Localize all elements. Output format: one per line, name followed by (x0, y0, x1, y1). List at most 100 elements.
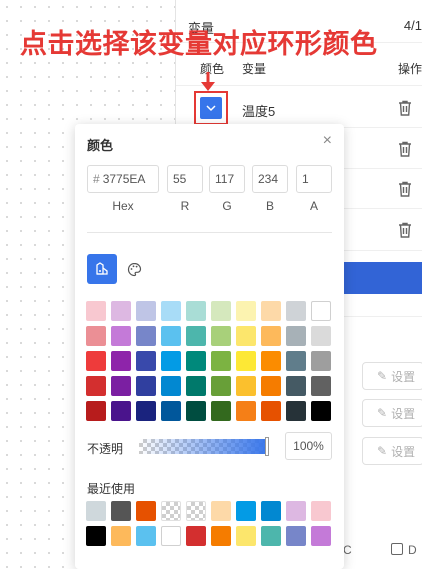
color-swatch[interactable] (86, 401, 106, 421)
pencil-icon: ✎ (377, 444, 388, 458)
recent-color-swatch[interactable] (161, 501, 181, 521)
green-field[interactable]: 117 (209, 165, 245, 193)
hex-value: 3775EA (102, 172, 146, 186)
color-swatch[interactable] (261, 326, 281, 346)
blue-field[interactable]: 234 (252, 165, 288, 193)
color-swatch[interactable] (311, 376, 331, 396)
recent-color-swatch[interactable] (86, 501, 106, 521)
settings-button[interactable]: ✎ 设置 (362, 437, 422, 465)
palette-icon (127, 262, 141, 276)
trash-icon[interactable] (398, 100, 412, 116)
color-swatch[interactable] (136, 301, 156, 321)
opacity-slider-handle[interactable] (265, 437, 269, 456)
recent-color-swatch[interactable] (236, 526, 256, 546)
color-swatch[interactable] (261, 301, 281, 321)
recent-color-swatch[interactable] (111, 501, 131, 521)
recent-color-swatch[interactable] (261, 501, 281, 521)
recent-color-swatch[interactable] (161, 526, 181, 546)
color-swatch[interactable] (186, 401, 206, 421)
alpha-field[interactable]: 1 (296, 165, 332, 193)
color-swatch[interactable] (236, 376, 256, 396)
color-swatch[interactable] (261, 351, 281, 371)
arrow-down-icon (201, 72, 215, 91)
palette-mode-button[interactable] (87, 254, 117, 284)
color-swatch[interactable] (236, 401, 256, 421)
annotation-callout: 点击选择该变量对应环形颜色 (20, 29, 378, 60)
settings-button[interactable]: ✎ 设置 (362, 362, 422, 390)
color-swatch[interactable] (86, 301, 106, 321)
color-swatch[interactable] (311, 301, 331, 321)
color-swatch[interactable] (161, 351, 181, 371)
color-swatch[interactable] (211, 376, 231, 396)
color-swatch[interactable] (286, 401, 306, 421)
hex-field[interactable]: # 3775EA (87, 165, 159, 193)
trash-icon[interactable] (398, 181, 412, 197)
color-swatch[interactable] (236, 351, 256, 371)
close-icon[interactable]: × (323, 132, 332, 150)
recent-color-swatch[interactable] (311, 501, 331, 521)
color-swatch[interactable] (211, 401, 231, 421)
color-swatch[interactable] (111, 351, 131, 371)
trash-icon[interactable] (398, 141, 412, 157)
red-field[interactable]: 55 (167, 165, 203, 193)
recent-color-swatch[interactable] (136, 501, 156, 521)
hex-label: Hex (112, 199, 134, 213)
color-swatch[interactable] (161, 301, 181, 321)
color-swatch[interactable] (236, 301, 256, 321)
color-swatch[interactable] (311, 351, 331, 371)
recent-color-swatch[interactable] (286, 501, 306, 521)
color-swatch[interactable] (111, 376, 131, 396)
color-swatch[interactable] (211, 326, 231, 346)
custom-color-mode-button[interactable] (119, 254, 149, 284)
recent-color-swatch[interactable] (186, 526, 206, 546)
picker-title: 颜色 (87, 138, 114, 153)
color-swatch[interactable] (136, 326, 156, 346)
color-swatch[interactable] (86, 351, 106, 371)
opacity-input[interactable]: 100% (285, 432, 332, 460)
color-swatch[interactable] (161, 326, 181, 346)
color-swatch[interactable] (161, 401, 181, 421)
option-d-checkbox[interactable] (391, 543, 403, 555)
recent-color-swatch[interactable] (136, 526, 156, 546)
opacity-slider[interactable] (139, 439, 269, 454)
color-swatch[interactable] (186, 351, 206, 371)
color-swatch[interactable] (286, 376, 306, 396)
color-swatch[interactable] (261, 376, 281, 396)
swatch-picker-icon (96, 262, 108, 275)
color-swatch[interactable] (136, 376, 156, 396)
recent-color-swatch[interactable] (111, 526, 131, 546)
color-swatch[interactable] (236, 326, 256, 346)
color-picker-popover: 颜色 × # 3775EA 55 117 234 1 Hex R G B A 不… (75, 124, 344, 569)
color-swatch[interactable] (86, 326, 106, 346)
primary-action-bar[interactable] (335, 262, 422, 294)
color-swatch[interactable] (86, 376, 106, 396)
color-swatch[interactable] (111, 401, 131, 421)
color-swatch[interactable] (211, 351, 231, 371)
color-swatch[interactable] (136, 351, 156, 371)
color-swatch[interactable] (286, 326, 306, 346)
color-swatch[interactable] (161, 376, 181, 396)
recent-color-swatch[interactable] (211, 526, 231, 546)
color-swatch[interactable] (311, 326, 331, 346)
trash-icon[interactable] (398, 222, 412, 238)
recent-color-swatch[interactable] (211, 501, 231, 521)
recent-color-swatch[interactable] (286, 526, 306, 546)
color-swatch[interactable] (186, 376, 206, 396)
recent-color-swatch[interactable] (261, 526, 281, 546)
recent-color-swatch[interactable] (186, 501, 206, 521)
color-swatch[interactable] (286, 301, 306, 321)
color-swatch[interactable] (186, 301, 206, 321)
color-swatch[interactable] (261, 401, 281, 421)
recent-color-swatch[interactable] (86, 526, 106, 546)
recent-color-swatch[interactable] (311, 526, 331, 546)
color-swatch[interactable] (211, 301, 231, 321)
settings-button[interactable]: ✎ 设置 (362, 399, 422, 427)
recent-color-swatch[interactable] (236, 501, 256, 521)
color-swatch[interactable] (186, 326, 206, 346)
color-swatch[interactable] (111, 326, 131, 346)
color-swatch[interactable] (286, 351, 306, 371)
highlight-box (194, 91, 228, 125)
color-swatch[interactable] (111, 301, 131, 321)
color-swatch[interactable] (136, 401, 156, 421)
color-swatch[interactable] (311, 401, 331, 421)
